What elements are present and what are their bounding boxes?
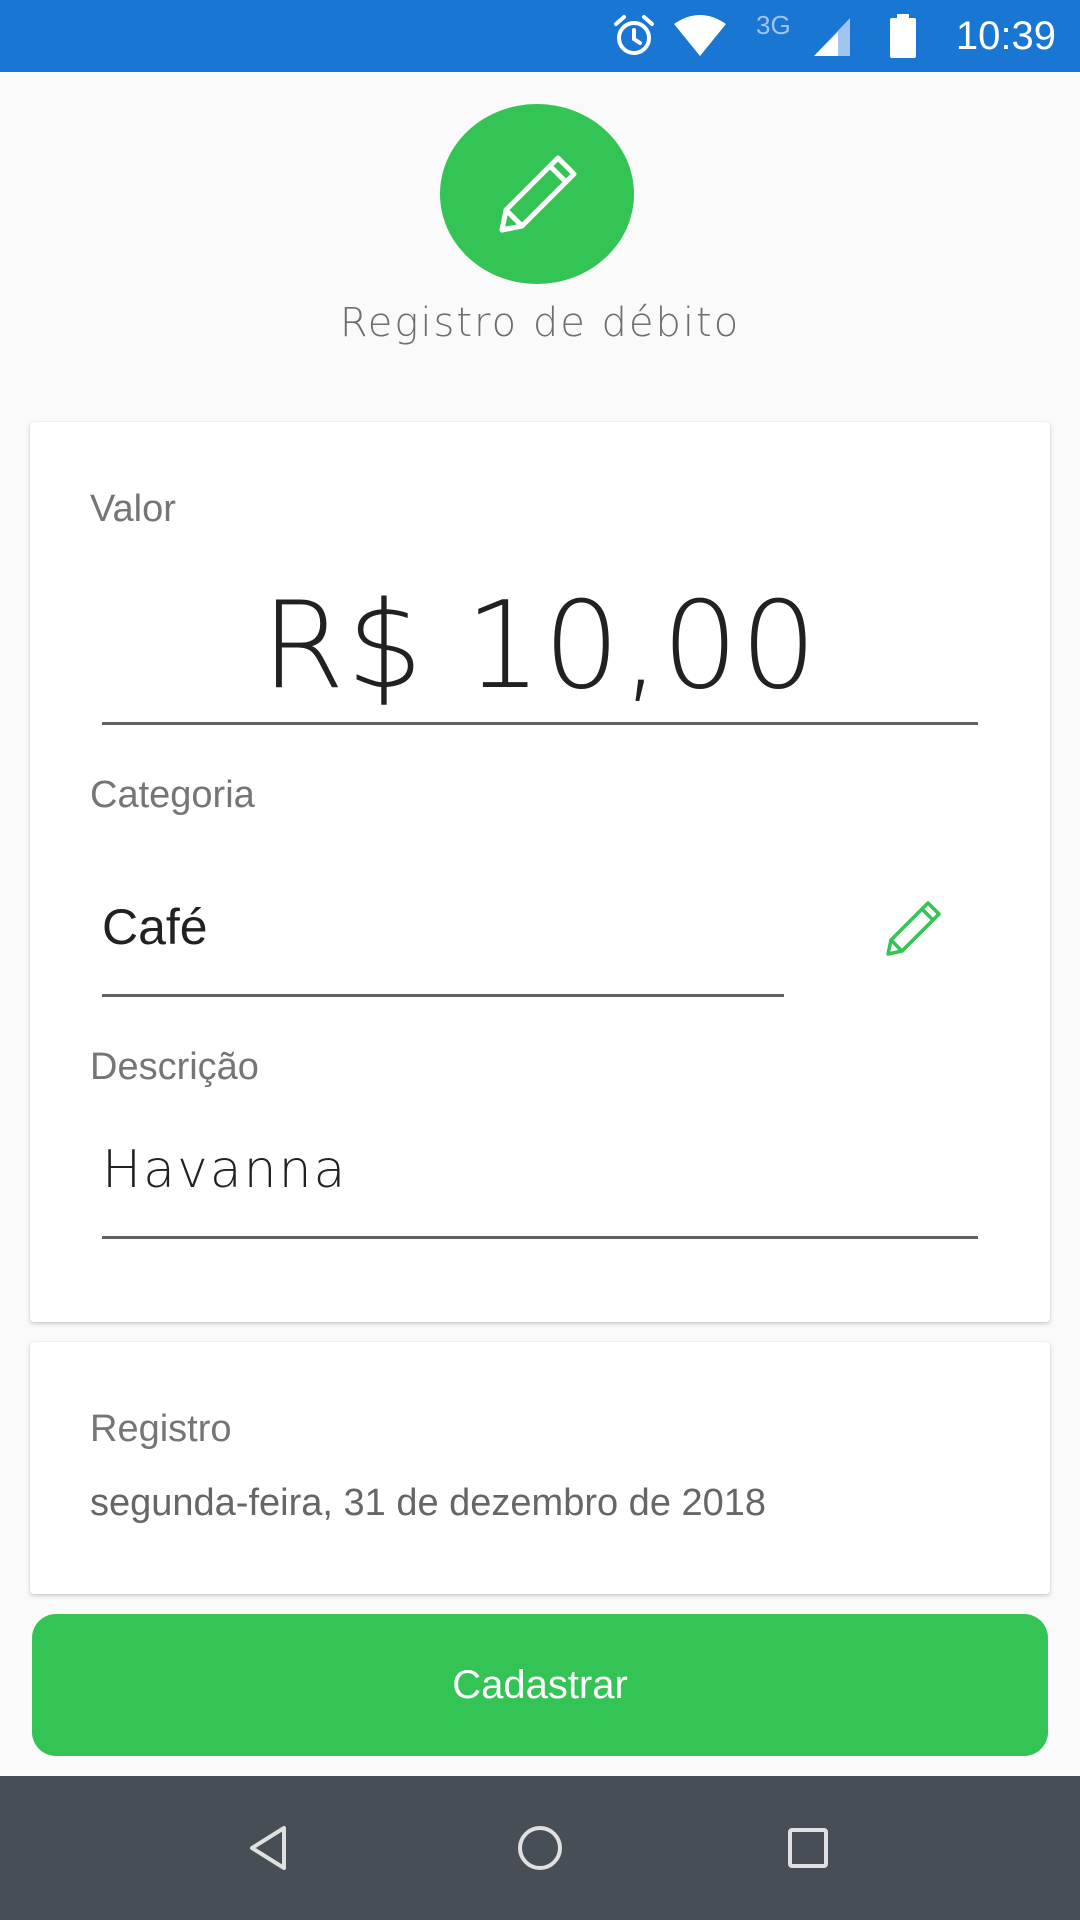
screen: 3G 10:39 Registro de débito Valor R$ 10,…: [0, 0, 1080, 1920]
description-underline: [102, 1236, 978, 1239]
page-title: Registro de débito: [339, 300, 741, 346]
header-badge: [440, 104, 634, 284]
category-field[interactable]: Café: [102, 898, 208, 956]
home-button[interactable]: [504, 1812, 576, 1884]
network-type-label: 3G: [756, 10, 791, 40]
back-icon: [250, 1826, 286, 1870]
amount-input[interactable]: R$ 10,00: [102, 582, 978, 712]
description-label: Descrição: [90, 1046, 259, 1088]
amount-label: Valor: [90, 488, 176, 530]
alarm-icon: [610, 12, 658, 60]
back-button[interactable]: [234, 1812, 306, 1884]
amount-underline: [102, 722, 978, 725]
recents-icon: [788, 1828, 828, 1868]
record-label: Registro: [90, 1408, 232, 1450]
wifi-icon: [672, 12, 728, 60]
battery-icon: [888, 12, 918, 60]
navigation-bar: [0, 1776, 1080, 1920]
pencil-icon: [886, 901, 941, 956]
category-label: Categoria: [90, 774, 255, 816]
status-bar: 3G 10:39: [0, 0, 1080, 72]
home-icon: [518, 1826, 562, 1870]
status-time: 10:39: [955, 14, 1056, 58]
description-input[interactable]: Havanna: [102, 1140, 902, 1200]
record-date: segunda-feira, 31 de dezembro de 2018: [90, 1482, 767, 1524]
record-card: Registro segunda-feira, 31 de dezembro d…: [30, 1342, 1050, 1594]
cellular-signal-icon: [810, 12, 854, 60]
edit-category-button[interactable]: [866, 880, 962, 976]
debit-form-card: Valor R$ 10,00 Categoria Café Descrição …: [30, 422, 1050, 1322]
submit-button[interactable]: Cadastrar: [32, 1614, 1048, 1756]
category-underline: [102, 994, 784, 997]
recents-button[interactable]: [772, 1812, 844, 1884]
pencil-icon: [499, 155, 577, 233]
